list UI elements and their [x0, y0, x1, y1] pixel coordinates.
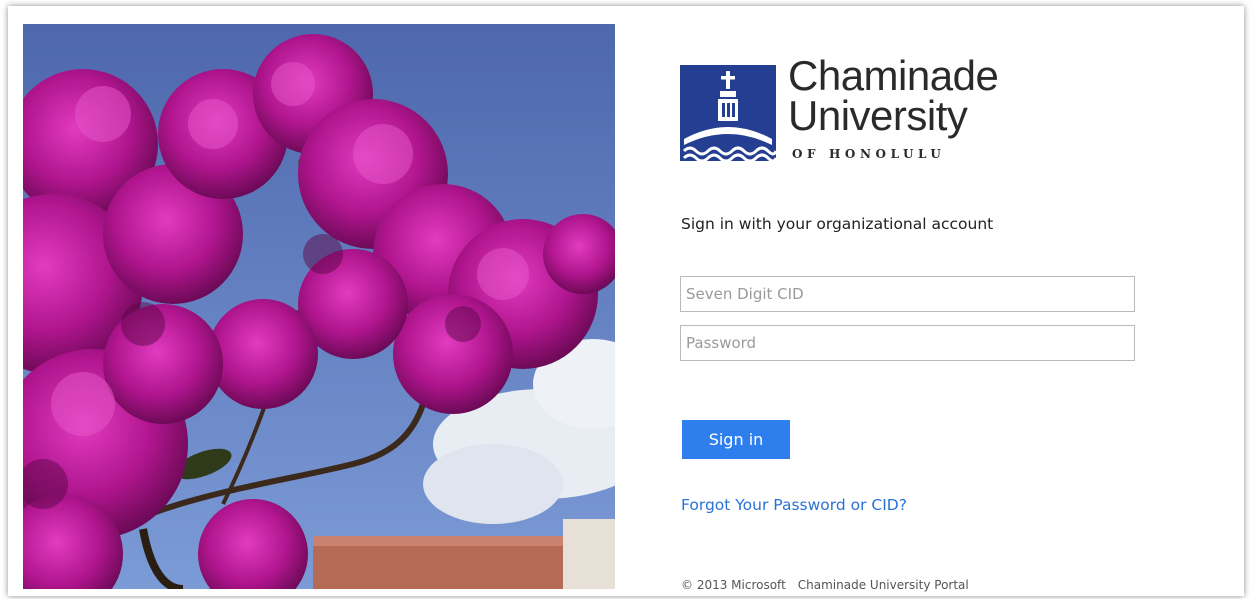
university-location: OF HONOLULU — [792, 147, 946, 161]
university-name-line2: University — [788, 92, 968, 139]
portal-name: Chaminade University Portal — [797, 578, 969, 592]
forgot-password-link[interactable]: Forgot Your Password or CID? — [681, 496, 907, 514]
bougainvillea-photo — [23, 24, 615, 589]
password-input[interactable] — [680, 325, 1135, 361]
university-name: Chaminade University — [788, 52, 999, 139]
chapel-logo-icon — [680, 65, 776, 161]
signin-heading: Sign in with your organizational account — [681, 215, 994, 233]
cid-input[interactable] — [680, 276, 1135, 312]
university-name-line1: Chaminade — [788, 52, 999, 99]
page-footer: © 2013 Microsoft Chaminade University Por… — [681, 578, 969, 592]
login-page: Chaminade University OF HONOLULU Sign in… — [8, 6, 1244, 596]
university-logo: Chaminade University OF HONOLULU — [680, 52, 1020, 168]
sign-in-button[interactable]: Sign in — [682, 420, 790, 459]
copyright-text: © 2013 Microsoft — [681, 578, 786, 592]
